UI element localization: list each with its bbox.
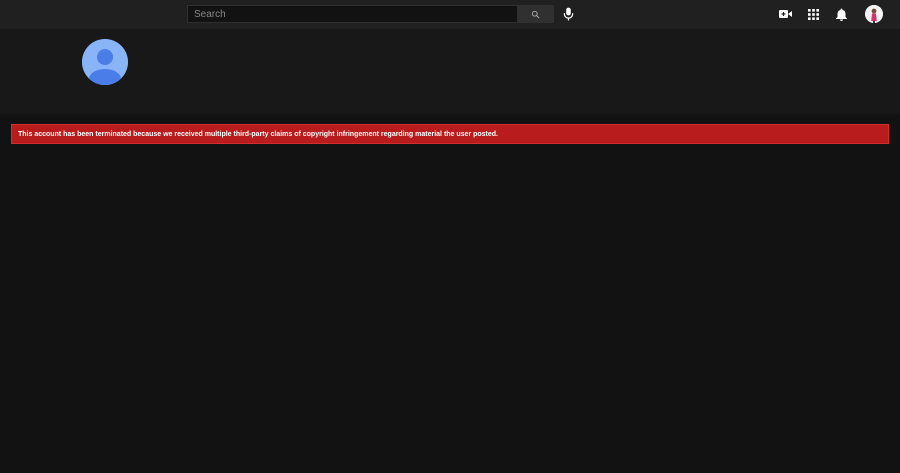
notifications-button[interactable] [833, 6, 849, 22]
search-button[interactable] [517, 5, 554, 23]
account-avatar[interactable] [865, 5, 883, 23]
bell-icon [835, 8, 847, 21]
top-bar [0, 0, 900, 29]
channel-avatar [82, 39, 128, 85]
apps-grid-icon [807, 8, 819, 20]
search-box [187, 5, 554, 23]
account-avatar-icon [865, 5, 883, 23]
banner-message: This account has been terminated because… [18, 130, 499, 138]
default-user-avatar-icon [82, 39, 128, 85]
account-terminated-banner: This account has been terminated because… [11, 124, 889, 144]
main-content [0, 114, 900, 473]
search-icon [531, 10, 540, 18]
voice-search-button[interactable] [561, 5, 575, 23]
create-button[interactable] [777, 6, 793, 22]
search-input[interactable] [187, 5, 517, 23]
mic-icon [563, 7, 573, 21]
apps-button[interactable] [805, 6, 821, 22]
video-camera-plus-icon [778, 10, 792, 18]
channel-header [0, 29, 900, 114]
